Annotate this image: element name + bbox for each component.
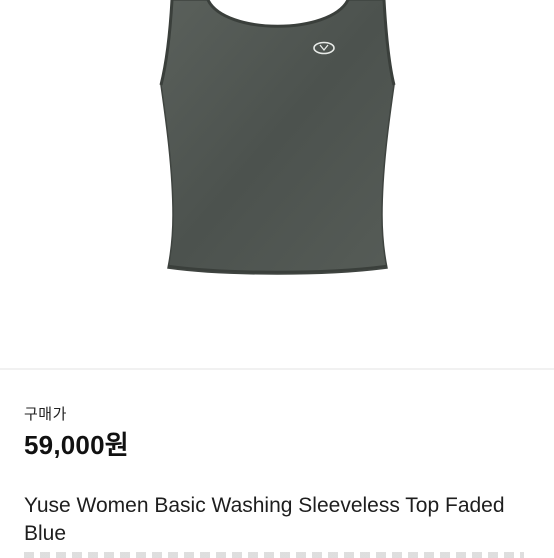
truncated-subtitle xyxy=(24,552,524,558)
price-label: 구매가 xyxy=(24,406,67,423)
section-divider xyxy=(0,368,554,370)
sleeveless-top-image xyxy=(159,0,396,275)
product-title[interactable]: Yuse Women Basic Washing Sleeveless Top … xyxy=(24,492,544,548)
product-image[interactable] xyxy=(0,0,554,368)
price-value: 59,000원 xyxy=(24,430,129,460)
